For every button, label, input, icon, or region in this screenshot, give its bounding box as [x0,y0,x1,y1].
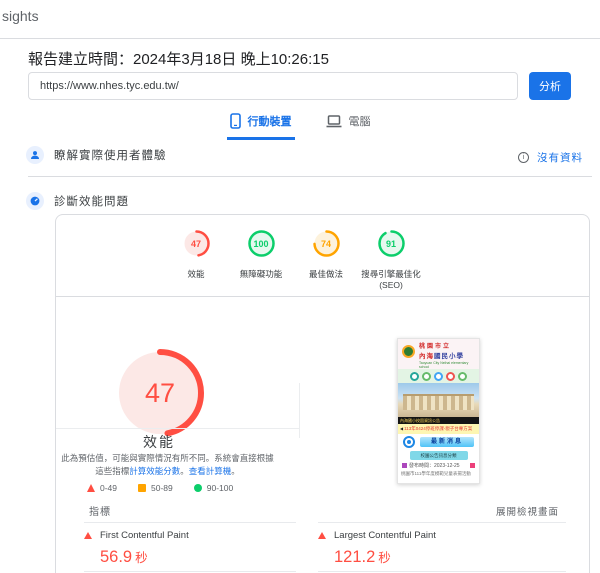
performance-score-gauge: 47 [181,228,212,259]
thumb-news-banner: 最新消息 [420,437,474,447]
metric-value: 56.9秒 [100,547,296,567]
field-data-section-header: 瞭解實際使用者體驗 [26,146,167,164]
thumb-nav-icon [446,372,455,381]
field-data-title: 瞭解實際使用者體驗 [54,147,167,163]
report-created-time: 報告建立時間：2024年3月18日 晚上10:26:15 [28,48,329,69]
fail-triangle-icon [84,532,92,539]
report-card: 47 效能 100 無障礙功能 74 最佳做法 91 搜尋引擎最佳化 (SEO)… [55,214,590,573]
accessibility-score-gauge: 100 [246,228,277,259]
category-label: 效能 [164,269,228,280]
legend-fail: 0-49 [87,483,117,493]
performance-description: 此為預估值，可能與實際情況有所不同。系統會直接根據這些指標計算效能分數。查看計算… [59,452,276,478]
diagnose-gauge-icon [26,192,44,210]
metric-lcp: Largest Contentful Paint 121.2秒 [318,522,566,567]
thumb-bottom-text: 桃園市111學年度模範兒童表揚活動 [398,470,479,478]
analyze-button[interactable]: 分析 [529,72,571,100]
score-legend: 0-49 50-89 90-100 [87,483,233,493]
desktop-icon [326,115,342,128]
bullet-icon [470,463,475,468]
thumb-nav-icon [458,372,467,381]
info-icon[interactable] [518,152,529,163]
category-seo[interactable]: 91 搜尋引擎最佳化 (SEO) [359,228,423,290]
megaphone-icon [403,436,415,448]
diagnose-section-header: 診斷效能問題 [26,192,129,210]
tab-mobile-label: 行動裝置 [248,113,292,129]
tab-desktop[interactable]: 電腦 [323,111,374,140]
next-metric-divider [318,571,566,572]
metric-name: First Contentful Paint [100,530,189,541]
thumb-news-row: 最新消息 [398,434,479,450]
header-divider [0,38,600,39]
phone-icon [230,113,241,129]
thumb-alert-bar: 113年0424停班停課-親子台專方案 [398,424,479,434]
layout-divider-vertical [299,383,300,438]
layout-divider-horizontal [56,428,299,429]
legend-pass: 90-100 [194,483,233,493]
performance-section-title: 效能 [109,432,209,452]
page-screenshot-thumbnail[interactable]: 桃園市立 內海國民小學 Taoyuan City Neihai elementa… [397,338,480,484]
thumb-category-button: 校園公告訊息分類 [410,451,468,460]
school-logo-icon [402,345,415,358]
metric-fcp: First Contentful Paint 56.9秒 [84,522,296,567]
device-tabs: 行動裝置 電腦 [0,111,600,140]
user-experience-icon [26,146,44,164]
thumb-site-header: 桃園市立 內海國民小學 Taoyuan City Neihai elementa… [398,339,479,369]
fail-range-icon [87,484,95,492]
metrics-label: 指標 [89,503,111,518]
expand-view-link[interactable]: 展開檢視畫面 [496,504,559,518]
fail-triangle-icon [318,532,326,539]
category-accessibility[interactable]: 100 無障礙功能 [229,228,293,280]
thumb-nav-icon [410,372,419,381]
app-title: sights [2,8,39,24]
category-label: 無障礙功能 [229,269,293,280]
see-calculator-link[interactable]: 查看計算機 [189,466,232,476]
bullet-icon [402,463,407,468]
metric-name: Largest Contentful Paint [334,530,436,541]
pass-range-icon [194,484,202,492]
category-sublabel: (SEO) [359,280,423,290]
thumb-nav-icons [398,369,479,383]
best-practices-score-gauge: 74 [311,228,342,259]
thumb-building [403,394,474,410]
category-performance[interactable]: 47 效能 [164,228,228,280]
url-input[interactable] [28,72,518,100]
performance-big-gauge: 47 [112,345,208,446]
no-data-link[interactable]: 沒有資料 [537,150,583,165]
calc-score-link[interactable]: 計算效能分數 [129,466,180,476]
pagespeed-insights-page: sights 報告建立時間：2024年3月18日 晚上10:26:15 分析 行… [0,0,600,573]
category-best-practices[interactable]: 74 最佳做法 [294,228,358,280]
thumb-school-name: 桃園市立 內海國民小學 Taoyuan City Neihai elementa… [419,341,479,369]
thumb-building-photo [398,383,479,417]
thumb-nav-icon [422,372,431,381]
metric-value: 121.2秒 [334,547,566,567]
category-label: 搜尋引擎最佳化 [359,269,423,280]
tab-desktop-label: 電腦 [349,113,371,129]
diagnose-title: 診斷效能問題 [54,193,129,209]
thumb-date-row: 發布時間：2023-12-25 [398,460,479,470]
thumb-nav-icon [434,372,443,381]
category-label: 最佳做法 [294,269,358,280]
metrics-header: 指標 展開檢視畫面 [89,503,559,518]
seo-score-gauge: 91 [376,228,407,259]
card-divider [56,296,589,297]
speaker-icon [400,426,403,431]
thumb-marquee-dark: 內海國小校園資訊公告 [398,417,479,424]
average-range-icon [138,484,146,492]
no-data-wrap: 沒有資料 [518,150,583,165]
section-divider [28,176,592,177]
next-metric-divider [84,571,296,572]
legend-average: 50-89 [138,483,173,493]
tab-mobile[interactable]: 行動裝置 [227,111,295,140]
